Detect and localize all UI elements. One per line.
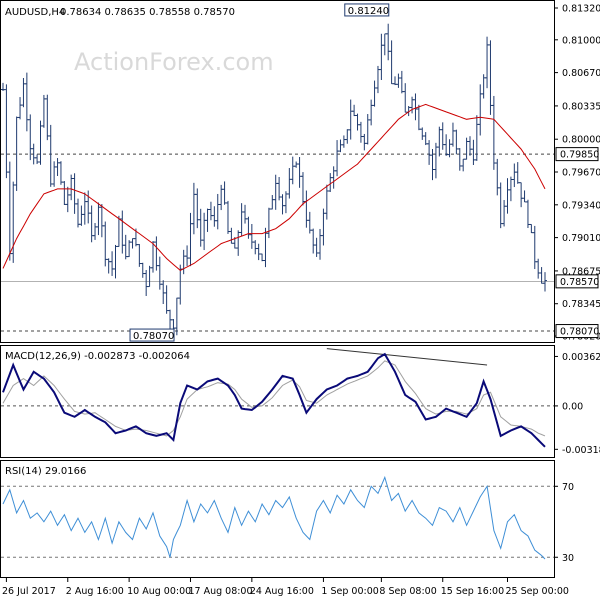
time-tick-label: 26 Jul 2017 bbox=[2, 586, 56, 597]
chart-canvas: ActionForex.com AUDUSD,H4 0.78634 0.7863… bbox=[0, 0, 600, 597]
hline-label-bottom: 0.78070 bbox=[555, 324, 599, 339]
hline-label-top: 0.79850 bbox=[555, 147, 599, 162]
ohlc-label: 0.78634 0.78635 0.78558 0.78570 bbox=[60, 7, 235, 18]
current-price-label-text: 0.78570 bbox=[560, 277, 599, 288]
rsi-pane: RSI(14) 29.0166 70 30 bbox=[0, 460, 574, 578]
callout-0: 0.81240 bbox=[344, 3, 390, 17]
callout-label: 0.78070 bbox=[133, 331, 174, 342]
price-tick-label: 0.80670 bbox=[562, 68, 600, 79]
rsi-tick-label: 30 bbox=[562, 553, 574, 564]
time-tick-label: 8 Sep 08:00 bbox=[379, 586, 436, 597]
time-tick-label: 1 Sep 00:00 bbox=[321, 586, 378, 597]
macd-label: MACD(12,26,9) -0.002873 -0.002064 bbox=[5, 351, 190, 362]
price-tick-label: 0.81320 bbox=[562, 4, 600, 15]
macd-pane-frame bbox=[0, 345, 555, 458]
price-tick-label: 0.78345 bbox=[562, 299, 600, 310]
rsi-axis: 70 30 bbox=[554, 482, 574, 564]
price-tick-label: 0.79670 bbox=[562, 168, 600, 179]
macd-axis: 0.003628 0.00 -0.003183 bbox=[554, 352, 600, 456]
price-tick-label: 0.80000 bbox=[562, 135, 600, 146]
hline-label-bottom-text: 0.78070 bbox=[560, 327, 599, 338]
macd-pane: MACD(12,26,9) -0.002873 -0.002064 0.0036… bbox=[0, 345, 600, 458]
price-pane: ActionForex.com AUDUSD,H4 0.78634 0.7863… bbox=[0, 0, 600, 343]
time-tick-label: 15 Sep 16:00 bbox=[441, 586, 504, 597]
time-axis: 26 Jul 2017 2 Aug 16:00 10 Aug 00:0017 Aug… bbox=[2, 578, 569, 597]
time-tick-label: 10 Aug 00:00 bbox=[127, 586, 191, 597]
watermark: ActionForex.com bbox=[74, 48, 274, 76]
hline-label-top-text: 0.79850 bbox=[560, 150, 599, 161]
macd-tick-label: -0.003183 bbox=[562, 445, 600, 456]
time-tick-label: 2 Aug 16:00 bbox=[66, 586, 124, 597]
time-tick-label: 24 Aug 16:00 bbox=[250, 586, 314, 597]
callout-1: 0.78070 bbox=[129, 328, 175, 342]
price-tick-label: 0.81000 bbox=[562, 35, 600, 46]
price-tick-label: 0.79010 bbox=[562, 233, 600, 244]
rsi-label: RSI(14) 29.0166 bbox=[5, 466, 86, 477]
time-tick-label: 25 Sep 00:00 bbox=[506, 586, 569, 597]
price-axis: 0.81320 0.81000 0.80670 0.80335 0.80000 0.796… bbox=[554, 4, 600, 343]
price-tick-label: 0.80335 bbox=[562, 101, 600, 112]
price-tick-label: 0.79340 bbox=[562, 200, 600, 211]
callout-label: 0.81240 bbox=[348, 6, 389, 17]
symbol-label: AUDUSD,H4 bbox=[5, 7, 65, 18]
current-price-label: 0.78570 bbox=[555, 274, 599, 289]
time-tick-label: 17 Aug 08:00 bbox=[188, 586, 252, 597]
rsi-pane-frame bbox=[0, 460, 555, 578]
macd-tick-label: 0.003628 bbox=[562, 352, 600, 363]
macd-tick-label: 0.00 bbox=[562, 401, 583, 412]
rsi-tick-label: 70 bbox=[562, 482, 574, 493]
